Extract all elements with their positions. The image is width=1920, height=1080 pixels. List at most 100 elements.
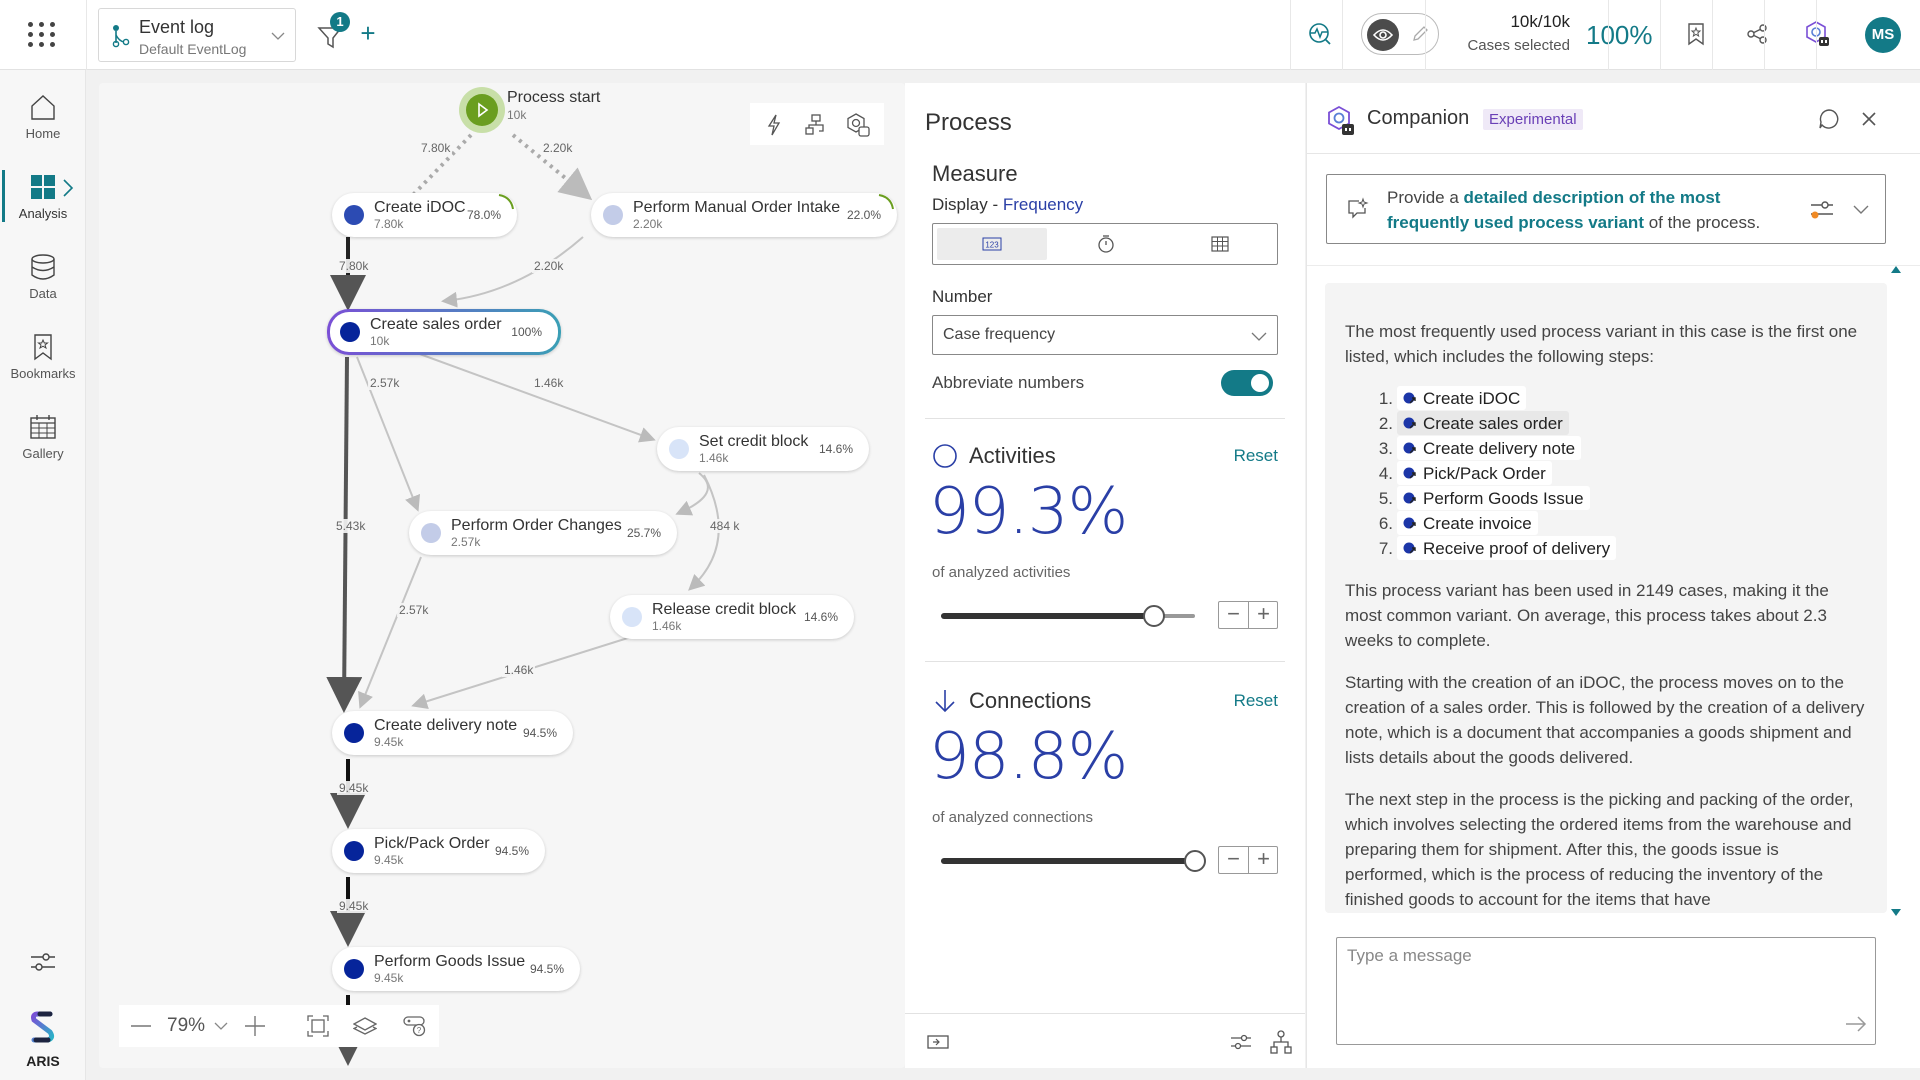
activities-heading: Activities <box>969 443 1056 468</box>
nav-label: Analysis <box>18 206 68 221</box>
prompt-card[interactable]: Provide a detailed description of the mo… <box>1326 174 1886 244</box>
activity-node-selected[interactable]: Create sales order 10k 100% <box>327 309 561 355</box>
process-canvas[interactable]: Process start 10k 7.80k 2.20k 7.80k 2.20… <box>99 83 905 1068</box>
number-select[interactable]: Case frequency <box>932 315 1278 355</box>
edge-salesorder-setcredit[interactable] <box>416 352 656 443</box>
activity-chip[interactable]: Create iDOC <box>1397 386 1527 410</box>
activity-chip[interactable]: Perform Goods Issue <box>1397 486 1590 510</box>
prompt-settings-icon[interactable] <box>1807 195 1837 225</box>
view-mode-icon[interactable] <box>1367 19 1399 51</box>
connections-stepper: − + <box>1218 846 1278 874</box>
activity-chip[interactable]: Create delivery note <box>1397 436 1582 460</box>
edit-mode-icon[interactable] <box>1406 20 1434 48</box>
edge-label: 7.80k <box>337 259 371 273</box>
divider <box>1816 0 1817 70</box>
activities-reset-link[interactable]: Reset <box>1234 446 1278 466</box>
activities-sublabel: of analyzed activities <box>932 564 1071 581</box>
zoom-in-button[interactable] <box>243 1012 267 1040</box>
activity-node[interactable]: Release credit block 1.46k 14.6% <box>610 595 854 639</box>
event-log-selector[interactable]: Event log Default EventLog <box>98 8 296 62</box>
activity-link-icon <box>1403 467 1416 479</box>
activity-chip[interactable]: Receive proof of delivery <box>1397 536 1617 560</box>
activity-chip[interactable]: Create invoice <box>1397 511 1538 535</box>
activities-slider[interactable] <box>941 605 1195 627</box>
companion-hex-icon[interactable] <box>844 111 872 139</box>
activity-node[interactable]: Perform Manual Order Intake 2.20k 22.0% <box>591 193 897 237</box>
activities-percent: 99.3% <box>929 475 1128 549</box>
legend-help-icon[interactable]: ? <box>401 1012 429 1040</box>
process-graph-icon[interactable] <box>1268 1029 1294 1055</box>
node-percent: 25.7% <box>626 526 661 540</box>
hierarchy-icon[interactable] <box>802 111 830 139</box>
activity-node[interactable]: Perform Order Changes 2.57k 25.7% <box>409 511 677 555</box>
activity-node[interactable]: Perform Goods Issue 9.45k 94.5% <box>332 947 580 991</box>
settings-sliders-icon[interactable] <box>28 948 58 976</box>
decrement-button[interactable]: − <box>1219 602 1248 628</box>
divider <box>925 418 1285 419</box>
new-chat-icon[interactable] <box>1815 105 1843 133</box>
fit-to-screen-icon[interactable] <box>305 1012 331 1040</box>
share-icon[interactable] <box>1741 18 1773 50</box>
edge-orderchanges-delivery[interactable] <box>358 556 422 709</box>
close-icon[interactable] <box>1855 105 1883 133</box>
activity-chip[interactable]: Create sales order <box>1397 411 1569 435</box>
activity-node[interactable]: Pick/Pack Order 9.45k 94.5% <box>332 829 545 873</box>
slider-thumb[interactable] <box>1184 850 1206 872</box>
increment-button[interactable]: + <box>1249 602 1278 628</box>
scroll-down-icon[interactable] <box>1891 909 1901 916</box>
nav-item-analysis[interactable]: Analysis <box>0 164 86 234</box>
frequency-dot <box>421 523 441 543</box>
add-filter-button[interactable]: + <box>356 20 380 46</box>
activity-node[interactable]: Create iDOC 7.80k 78.0% <box>332 193 517 237</box>
increment-button[interactable]: + <box>1249 847 1278 873</box>
brand-label: ARIS <box>26 1053 60 1069</box>
chevron-down-icon[interactable] <box>1851 199 1871 219</box>
process-start-node[interactable] <box>459 87 505 133</box>
database-icon <box>31 254 55 280</box>
scroll-up-icon[interactable] <box>1891 266 1901 273</box>
nav-item-data[interactable]: Data <box>0 244 86 314</box>
lightning-icon[interactable] <box>760 111 788 139</box>
activity-chip[interactable]: Pick/Pack Order <box>1397 461 1552 485</box>
gallery-icon <box>30 415 56 439</box>
duration-mode-button[interactable] <box>1051 228 1161 260</box>
edge-setcredit-orderchanges[interactable] <box>675 472 709 516</box>
abbreviate-toggle[interactable] <box>1221 370 1273 396</box>
companion-icon[interactable] <box>1802 18 1834 50</box>
slider-thumb[interactable] <box>1143 605 1166 627</box>
bookmark-icon[interactable] <box>1680 18 1712 50</box>
connections-heading: Connections <box>969 688 1092 713</box>
nav-item-bookmarks[interactable]: Bookmarks <box>0 324 86 394</box>
zoom-level[interactable]: 79% <box>167 1015 205 1037</box>
node-name: Pick/Pack Order <box>374 835 490 852</box>
connections-reset-link[interactable]: Reset <box>1234 691 1278 711</box>
chevron-down-icon[interactable] <box>214 1021 228 1031</box>
zoom-out-button[interactable] <box>129 1012 153 1040</box>
node-percent: 94.5% <box>522 726 557 740</box>
node-name: Perform Order Changes <box>451 517 622 534</box>
decrement-button[interactable]: − <box>1219 847 1248 873</box>
connections-slider[interactable] <box>941 850 1206 872</box>
layers-icon[interactable] <box>351 1012 379 1040</box>
collapse-panel-icon[interactable] <box>925 1029 951 1055</box>
user-avatar[interactable]: MS <box>1865 17 1901 53</box>
node-name: Perform Manual Order Intake <box>633 199 841 216</box>
answer-scrollbar[interactable] <box>1889 266 1903 916</box>
nav-label: Home <box>25 126 61 141</box>
activity-node[interactable]: Create delivery note 9.45k 94.5% <box>332 711 573 755</box>
frequency-mode-button[interactable]: 123 <box>937 228 1047 260</box>
settings-sliders-icon[interactable] <box>1228 1029 1254 1055</box>
view-edit-toggle[interactable] <box>1361 13 1439 55</box>
send-icon[interactable] <box>1843 1011 1869 1037</box>
message-input[interactable] <box>1336 937 1876 1045</box>
table-mode-button[interactable] <box>1165 228 1275 260</box>
zoom-toolbar: 79% ? <box>119 1005 439 1047</box>
nav-item-home[interactable]: Home <box>0 84 86 154</box>
activity-node[interactable]: Set credit block 1.46k 14.6% <box>657 427 869 471</box>
analysis-search-icon[interactable] <box>1304 18 1336 50</box>
node-percent: 14.6% <box>803 610 838 624</box>
divider <box>925 661 1285 662</box>
nav-item-gallery[interactable]: Gallery <box>0 404 86 474</box>
divider <box>86 0 87 70</box>
apps-grid-icon[interactable] <box>26 18 58 50</box>
